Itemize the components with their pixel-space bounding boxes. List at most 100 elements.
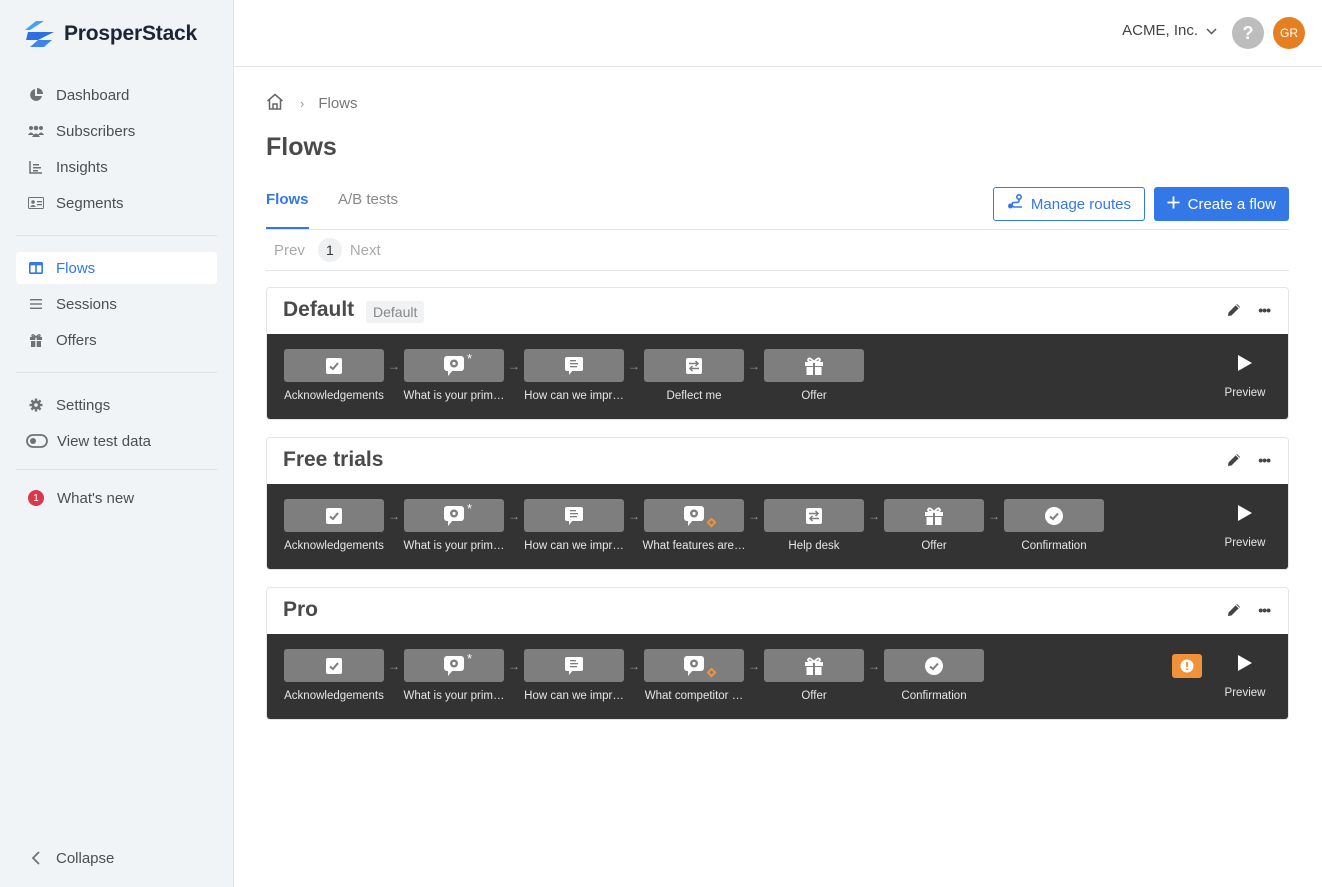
flow-step[interactable]: Confirmation xyxy=(884,649,984,702)
flow-step[interactable]: Acknowledgements xyxy=(284,349,384,402)
question-icon xyxy=(443,355,465,377)
flow-step[interactable]: * What is your prim… xyxy=(404,649,504,702)
more-options-icon[interactable]: ••• xyxy=(1258,302,1271,318)
arrow-right-icon: → xyxy=(868,508,880,523)
manage-routes-label: Manage routes xyxy=(1030,195,1131,213)
preview-button[interactable]: Preview xyxy=(1220,354,1270,399)
collapse-label: Collapse xyxy=(56,849,115,867)
warning-button[interactable] xyxy=(1172,654,1202,678)
pencil-icon[interactable] xyxy=(1226,452,1242,473)
help-button[interactable]: ? xyxy=(1232,17,1264,49)
toggle-icon[interactable] xyxy=(26,433,48,449)
tab-flows[interactable]: Flows xyxy=(266,191,309,229)
step-label: What is your prim… xyxy=(403,540,505,552)
step-box xyxy=(644,349,744,382)
flow-steps: Acknowledgements → * What is your prim… → How… xyxy=(284,499,1104,552)
flow-step[interactable]: Deflect me xyxy=(644,349,744,402)
prev-page-button[interactable]: Prev xyxy=(274,242,305,259)
flow-step[interactable]: Offer xyxy=(764,349,864,402)
sidebar-item-view-test-data[interactable]: View test data xyxy=(16,425,217,457)
preview-button[interactable]: Preview xyxy=(1220,654,1270,699)
more-options-icon[interactable]: ••• xyxy=(1258,602,1271,618)
sidebar-item-whats-new[interactable]: 1 What's new xyxy=(16,482,217,514)
next-page-button[interactable]: Next xyxy=(350,242,381,259)
sidebar-item-label: What's new xyxy=(57,489,135,507)
logo[interactable]: ProsperStack xyxy=(24,20,197,48)
preview-button[interactable]: Preview xyxy=(1220,504,1270,549)
step-box xyxy=(644,649,744,682)
flow-header: Free trials ••• xyxy=(267,438,1288,484)
step-label: Acknowledgements xyxy=(284,690,384,702)
step-box xyxy=(884,649,984,682)
current-page[interactable]: 1 xyxy=(317,238,342,262)
avatar[interactable]: GR xyxy=(1273,17,1305,49)
breadcrumb-separator: › xyxy=(300,96,305,111)
flow-step[interactable]: How can we impr… xyxy=(524,649,624,702)
flow-step[interactable]: Offer xyxy=(884,499,984,552)
preview-label: Preview xyxy=(1224,687,1266,699)
arrow-right-icon: → xyxy=(508,358,520,373)
step-label: What is your prim… xyxy=(403,390,505,402)
flow-step[interactable]: How can we impr… xyxy=(524,499,624,552)
flow-step[interactable]: * What is your prim… xyxy=(404,499,504,552)
sidebar-item-insights[interactable]: Insights xyxy=(16,151,217,183)
gear-icon xyxy=(28,397,44,413)
columns-icon xyxy=(28,260,44,276)
flow-step[interactable]: What competitor … xyxy=(644,649,744,702)
home-icon[interactable] xyxy=(266,93,284,114)
create-flow-button[interactable]: Create a flow xyxy=(1153,187,1289,221)
flow-steps-panel: Acknowledgements → * What is your prim… → How… xyxy=(267,334,1288,419)
org-switcher[interactable]: ACME, Inc. xyxy=(1122,22,1217,39)
sidebar-item-label: Subscribers xyxy=(56,122,136,140)
preview-label: Preview xyxy=(1224,387,1266,399)
sidebar-item-label: Sessions xyxy=(56,295,117,313)
flow-steps-panel: Acknowledgements → * What is your prim… → How… xyxy=(267,634,1288,719)
step-box: * xyxy=(404,499,504,532)
arrow-right-icon: → xyxy=(748,358,760,373)
sidebar-item-offers[interactable]: Offers xyxy=(16,324,217,356)
checkbox-icon xyxy=(325,357,343,375)
sidebar-item-flows[interactable]: Flows xyxy=(16,252,217,284)
flow-step[interactable]: How can we impr… xyxy=(524,349,624,402)
check-circle-icon xyxy=(1044,506,1064,526)
sidebar-divider xyxy=(16,469,217,470)
branch-diamond-icon xyxy=(706,667,717,678)
id-card-icon xyxy=(28,195,44,211)
sidebar-item-sessions[interactable]: Sessions xyxy=(16,288,217,320)
nav-settings: Settings View test data xyxy=(16,389,217,461)
flow-step[interactable]: What features are… xyxy=(642,499,746,552)
sidebar-item-label: Dashboard xyxy=(56,86,130,104)
step-label: What features are… xyxy=(642,540,746,552)
prosperstack-logo-icon xyxy=(25,21,54,47)
tab-ab-tests[interactable]: A/B tests xyxy=(338,191,398,229)
pencil-icon[interactable] xyxy=(1226,302,1242,323)
comment-icon xyxy=(564,506,584,526)
users-icon xyxy=(28,123,44,139)
tab-bar: Flows A/B tests Manage routes Create a f… xyxy=(266,187,1289,230)
flow-step[interactable]: Offer xyxy=(764,649,864,702)
sidebar-item-segments[interactable]: Segments xyxy=(16,187,217,219)
more-options-icon[interactable]: ••• xyxy=(1258,452,1271,468)
sidebar-item-settings[interactable]: Settings xyxy=(16,389,217,421)
flow-step[interactable]: Acknowledgements xyxy=(284,649,384,702)
pencil-icon[interactable] xyxy=(1226,602,1242,623)
step-box xyxy=(524,499,624,532)
nav-primary: Dashboard Subscribers Insights Segments xyxy=(16,79,217,223)
breadcrumb-current: Flows xyxy=(318,95,358,112)
collapse-button[interactable]: Collapse xyxy=(16,842,217,874)
step-label: Offer xyxy=(801,390,827,402)
flow-step[interactable]: * What is your prim… xyxy=(404,349,504,402)
sidebar-item-subscribers[interactable]: Subscribers xyxy=(16,115,217,147)
step-label: Help desk xyxy=(788,540,840,552)
help-icon: ? xyxy=(1242,22,1254,43)
flow-title[interactable]: Pro xyxy=(283,598,318,622)
flow-step[interactable]: Acknowledgements xyxy=(284,499,384,552)
flow-step[interactable]: Help desk xyxy=(764,499,864,552)
arrow-right-icon: → xyxy=(748,658,760,673)
flow-title[interactable]: Free trials xyxy=(283,448,383,472)
sidebar-item-dashboard[interactable]: Dashboard xyxy=(16,79,217,111)
flow-step[interactable]: Confirmation xyxy=(1004,499,1104,552)
arrow-right-icon: → xyxy=(628,658,640,673)
manage-routes-button[interactable]: Manage routes xyxy=(992,187,1145,221)
flow-title[interactable]: Default xyxy=(283,298,354,322)
